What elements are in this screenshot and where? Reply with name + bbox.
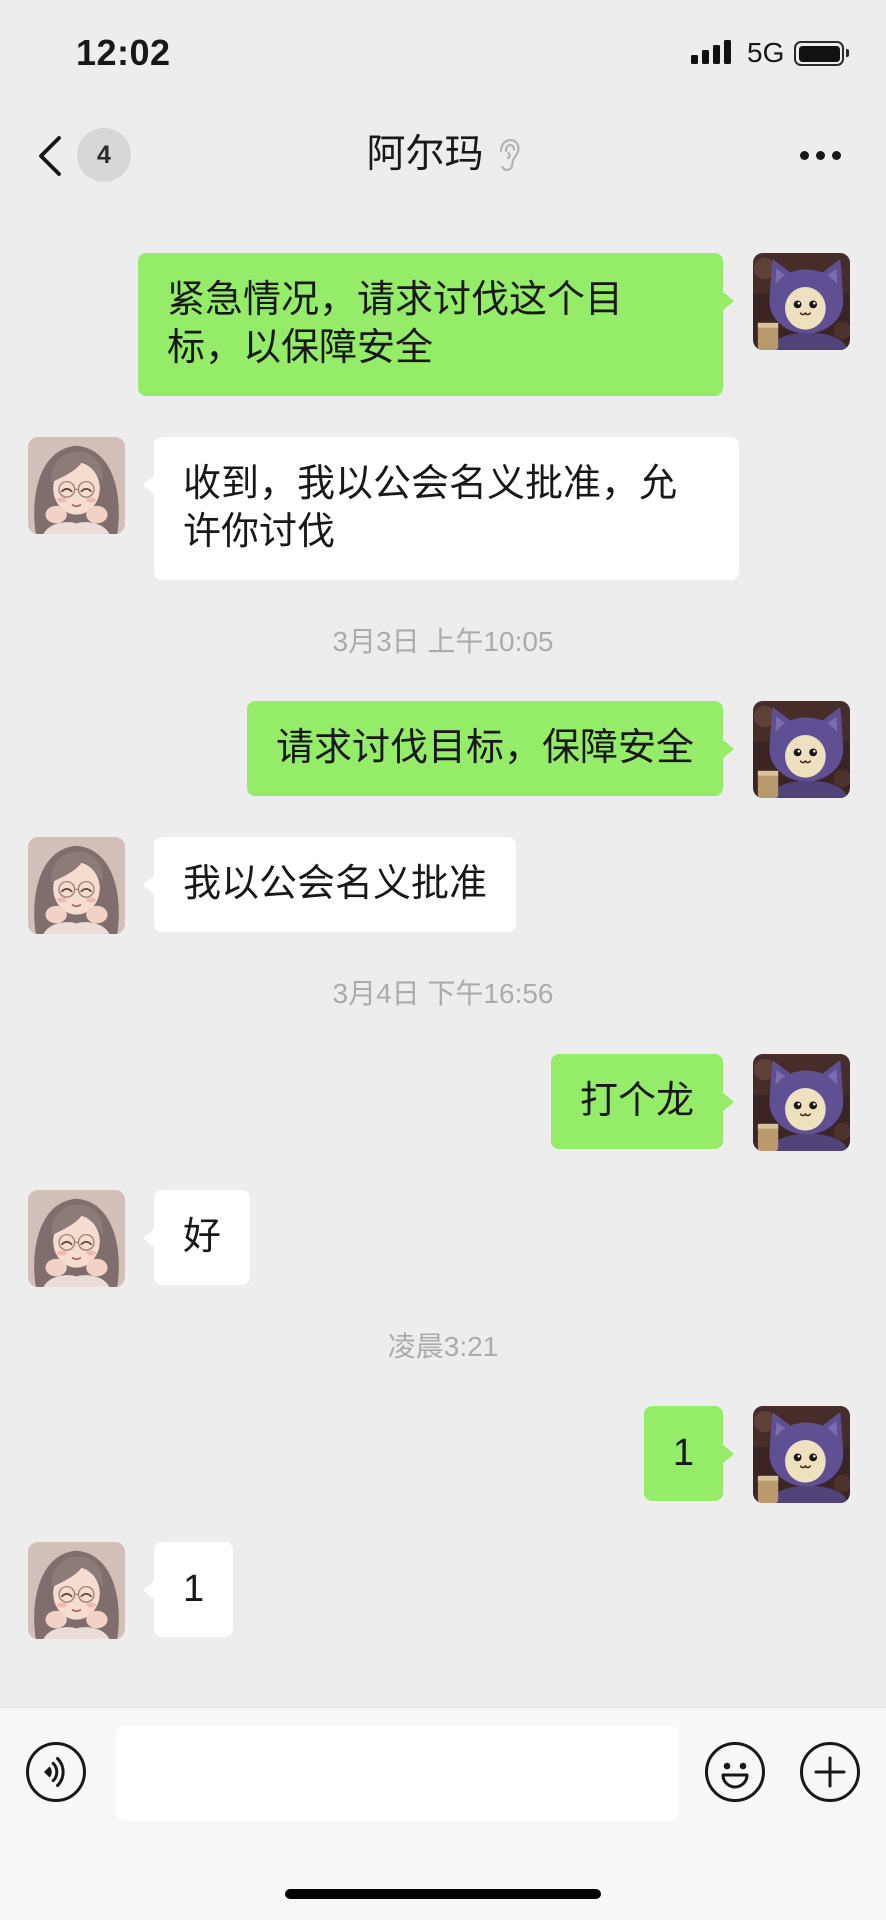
message-text: 收到，我以公会名义批准，允许你讨伐 (183, 463, 678, 553)
avatar-contact[interactable] (28, 837, 125, 934)
message-text: 紧急情况，请求讨伐这个目标，以保障安全 (167, 279, 624, 369)
avatar-self-image (753, 1406, 850, 1503)
battery-level (798, 45, 840, 62)
battery-icon (794, 41, 849, 66)
avatar-self[interactable] (753, 701, 850, 798)
avatar-self[interactable] (753, 253, 850, 350)
avatar-contact-image (28, 1542, 125, 1639)
avatar-contact-image (28, 437, 125, 534)
message-text: 我以公会名义批准 (183, 863, 488, 905)
outgoing-message-bubble[interactable]: 1 (643, 1406, 735, 1501)
incoming-message-bubble[interactable]: 收到，我以公会名义批准，允许你讨伐 (143, 437, 739, 580)
outgoing-message-bubble[interactable]: 打个龙 (550, 1054, 735, 1149)
message-row: 1 (0, 1406, 886, 1503)
message-row: 请求讨伐目标，保障安全 (0, 701, 886, 798)
avatar-self-image (753, 701, 850, 798)
message-row: 收到，我以公会名义批准，允许你讨伐 (0, 437, 886, 580)
outgoing-message-bubble[interactable]: 紧急情况，请求讨伐这个目标，以保障安全 (138, 253, 734, 396)
nav-bar: 4 阿尔玛 (0, 102, 886, 208)
message-text: 好 (183, 1216, 222, 1258)
message-input[interactable] (116, 1726, 679, 1821)
chat-title-group: 阿尔玛 (0, 130, 886, 180)
message-row: 我以公会名义批准 (0, 837, 886, 934)
incoming-message-bubble[interactable]: 我以公会名义批准 (142, 837, 517, 932)
input-bar (0, 1707, 886, 1920)
avatar-contact[interactable] (28, 437, 125, 534)
plus-icon[interactable] (799, 1741, 861, 1803)
message-text: 请求讨伐目标，保障安全 (275, 727, 694, 769)
voice-icon[interactable] (25, 1741, 87, 1803)
incoming-message-bubble[interactable]: 1 (142, 1542, 234, 1637)
ear-icon (499, 138, 520, 172)
timestamp: 3月4日 下午16:56 (332, 978, 554, 1009)
emoji-icon[interactable] (704, 1741, 766, 1803)
avatar-self-image (753, 253, 850, 350)
more-button[interactable] (793, 135, 847, 175)
avatar-self-image (753, 1054, 850, 1151)
avatar-self[interactable] (753, 1406, 850, 1503)
status-time: 12:02 (76, 32, 171, 73)
message-row: 紧急情况，请求讨伐这个目标，以保障安全 (0, 253, 886, 396)
incoming-message-bubble[interactable]: 好 (142, 1190, 251, 1285)
network-type: 5G (747, 37, 785, 68)
avatar-self[interactable] (753, 1054, 850, 1151)
message-row: 打个龙 (0, 1054, 886, 1151)
chat-title: 阿尔玛 (366, 133, 484, 176)
more-icon (799, 150, 841, 160)
avatar-contact-image (28, 1190, 125, 1287)
message-row: 1 (0, 1542, 886, 1639)
avatar-contact[interactable] (28, 1542, 125, 1639)
chat-message-list[interactable]: 紧急情况，请求讨伐这个目标，以保障安全 收到，我以公会名义批准，允许你讨伐 3月… (0, 205, 886, 1705)
home-indicator[interactable] (285, 1889, 601, 1899)
timestamp: 3月3日 上午10:05 (332, 626, 554, 657)
message-text: 1 (672, 1432, 694, 1474)
avatar-contact-image (28, 837, 125, 934)
signal-icon (691, 40, 731, 64)
avatar-contact[interactable] (28, 1190, 125, 1287)
message-text: 1 (183, 1568, 205, 1610)
timestamp: 凌晨3:21 (387, 1331, 499, 1362)
message-row: 好 (0, 1190, 886, 1287)
message-text: 打个龙 (579, 1080, 694, 1122)
status-bar: 12:02 5G (0, 0, 886, 100)
outgoing-message-bubble[interactable]: 请求讨伐目标，保障安全 (246, 701, 735, 796)
